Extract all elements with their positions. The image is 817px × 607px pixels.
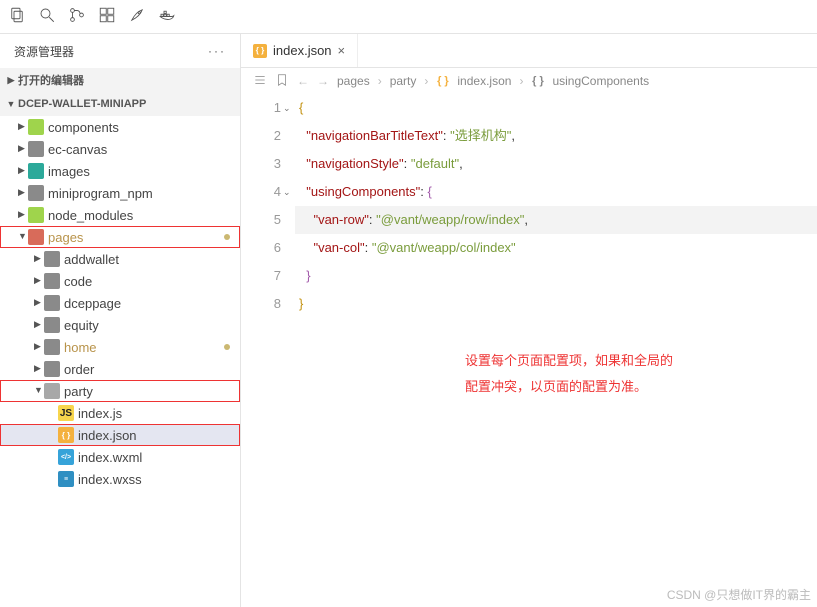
nav-prev-icon[interactable]: ←: [297, 74, 309, 88]
explorer-title: 资源管理器: [14, 43, 74, 60]
file-index-wxml[interactable]: </>index.wxml: [0, 446, 240, 468]
folder-order[interactable]: ▶order: [0, 358, 240, 380]
code-editor[interactable]: 1⌄ 23 4⌄ 5678 { "navigationBarTitleText"…: [241, 94, 817, 607]
folder-icon: [28, 141, 44, 157]
modified-dot-icon: [224, 234, 230, 240]
folder-code[interactable]: ▶code: [0, 270, 240, 292]
folder-pages[interactable]: ▼pages: [0, 226, 240, 248]
folder-icon: [28, 207, 44, 223]
bc-pages[interactable]: pages: [337, 74, 370, 88]
sidebar: 资源管理器 ··· ▶ 打开的编辑器 ▼ DCEP-WALLET-MINIAPP…: [0, 34, 241, 607]
explorer-header: 资源管理器 ···: [0, 34, 240, 68]
bc-symbol[interactable]: usingComponents: [552, 74, 649, 88]
object-icon: { }: [531, 75, 544, 88]
folder-open-icon: [28, 229, 44, 245]
folder-icon: [44, 295, 60, 311]
folder-dceppage[interactable]: ▶dceppage: [0, 292, 240, 314]
close-icon[interactable]: ×: [338, 43, 346, 58]
folder-icon: [28, 163, 44, 179]
wxss-icon: ≡: [58, 471, 74, 487]
folder-icon: [28, 119, 44, 135]
json-icon: { }: [58, 427, 74, 443]
folder-icon: [44, 361, 60, 377]
folder-icon: [44, 273, 60, 289]
line-gutter: 1⌄ 23 4⌄ 5678: [241, 94, 295, 607]
folder-node-modules[interactable]: ▶node_modules: [0, 204, 240, 226]
wxml-icon: </>: [58, 449, 74, 465]
folder-addwallet[interactable]: ▶addwallet: [0, 248, 240, 270]
open-editors-header[interactable]: ▶ 打开的编辑器: [0, 68, 240, 92]
folder-open-icon: [44, 383, 60, 399]
folder-party[interactable]: ▼party: [0, 380, 240, 402]
js-icon: JS: [58, 405, 74, 421]
search-icon[interactable]: [38, 6, 56, 27]
folder-equity[interactable]: ▶equity: [0, 314, 240, 336]
folder-icon: [44, 317, 60, 333]
folder-icon: [44, 339, 60, 355]
bc-party[interactable]: party: [390, 74, 417, 88]
file-index-wxss[interactable]: ≡index.wxss: [0, 468, 240, 490]
file-index-js[interactable]: JSindex.js: [0, 402, 240, 424]
folder-icon: [28, 185, 44, 201]
list-icon[interactable]: [253, 73, 267, 90]
rocket-icon[interactable]: [128, 6, 146, 27]
nav-next-icon[interactable]: →: [317, 74, 329, 88]
project-header[interactable]: ▼ DCEP-WALLET-MINIAPP: [0, 92, 240, 116]
tab-bar: { } index.json ×: [241, 34, 817, 68]
activity-bar: [0, 0, 817, 34]
folder-icon: [44, 251, 60, 267]
annotation-text: 设置每个页面配置项，如果和全局的 配置冲突，以页面的配置为准。: [465, 348, 673, 400]
folder-home[interactable]: ▶home: [0, 336, 240, 358]
docker-icon[interactable]: [158, 6, 176, 27]
chevron-down-icon: ▼: [6, 99, 16, 109]
folder-components[interactable]: ▶components: [0, 116, 240, 138]
code-content: { "navigationBarTitleText": "选择机构", "nav…: [295, 94, 817, 607]
chevron-right-icon: ▶: [6, 75, 16, 86]
bc-file[interactable]: index.json: [457, 74, 511, 88]
modified-dot-icon: [224, 344, 230, 350]
file-index-json[interactable]: { }index.json: [0, 424, 240, 446]
tab-index-json[interactable]: { } index.json ×: [241, 34, 358, 67]
layout-icon[interactable]: [98, 6, 116, 27]
json-icon: { }: [436, 75, 449, 88]
folder-miniprogram-npm[interactable]: ▶miniprogram_npm: [0, 182, 240, 204]
more-icon[interactable]: ···: [208, 44, 226, 58]
editor-pane: { } index.json × ← → pages› party› { }in…: [241, 34, 817, 607]
breadcrumb: ← → pages› party› { }index.json› { }usin…: [241, 68, 817, 94]
bookmark-icon[interactable]: [275, 73, 289, 90]
folder-images[interactable]: ▶images: [0, 160, 240, 182]
fold-icon[interactable]: ⌄: [283, 94, 291, 122]
files-icon[interactable]: [8, 6, 26, 27]
json-icon: { }: [253, 44, 267, 58]
folder-ec-canvas[interactable]: ▶ec-canvas: [0, 138, 240, 160]
fold-icon[interactable]: ⌄: [283, 178, 291, 206]
scm-icon[interactable]: [68, 6, 86, 27]
file-tree: ▶components ▶ec-canvas ▶images ▶miniprog…: [0, 116, 240, 607]
